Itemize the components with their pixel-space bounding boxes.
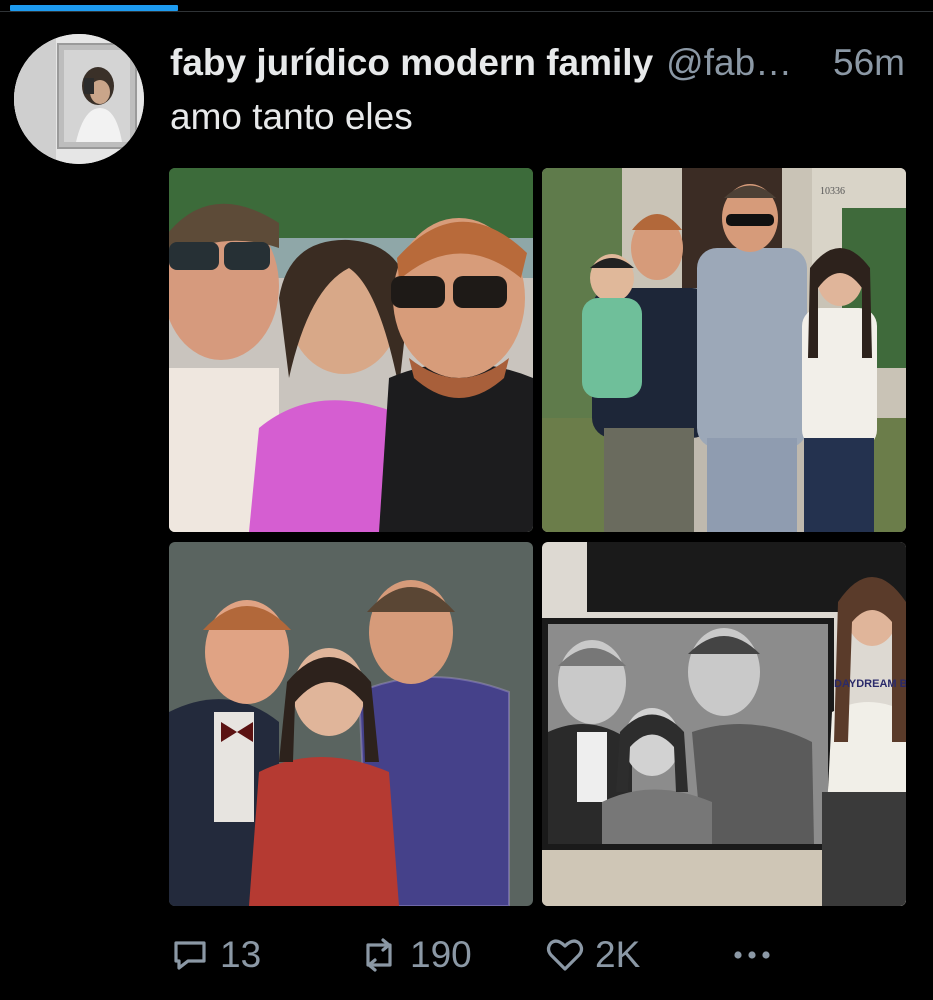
user-handle[interactable]: @fab… bbox=[666, 42, 792, 84]
progress-track-line bbox=[0, 11, 933, 12]
photo-2[interactable]: 10336 bbox=[542, 168, 906, 532]
tweet-timestamp[interactable]: 56m bbox=[833, 42, 915, 84]
retweet-icon bbox=[358, 935, 400, 975]
photo-3[interactable] bbox=[169, 542, 533, 906]
photo-icon: DAYDREAM BELIEVER bbox=[542, 542, 906, 906]
retweet-count: 190 bbox=[410, 934, 472, 975]
avatar-image bbox=[14, 34, 144, 164]
like-button[interactable]: 2K bbox=[545, 925, 640, 985]
progress-bar bbox=[10, 5, 178, 11]
like-count: 2K bbox=[595, 934, 641, 975]
photo-caption: 10336 bbox=[820, 186, 845, 197]
more-dots-icon bbox=[730, 935, 774, 975]
retweet-button[interactable]: 190 bbox=[358, 925, 472, 985]
reply-icon bbox=[170, 935, 210, 975]
reply-count: 13 bbox=[220, 934, 262, 975]
reply-button[interactable]: 13 bbox=[170, 925, 261, 985]
photo-icon bbox=[169, 168, 533, 532]
tweet-text: amo tanto eles bbox=[170, 96, 413, 137]
tweet-actions: 13 190 2K bbox=[0, 925, 933, 985]
display-name[interactable]: faby jurídico modern family bbox=[170, 42, 653, 84]
photo-4[interactable]: DAYDREAM BELIEVER bbox=[542, 542, 906, 906]
photo-1[interactable] bbox=[169, 168, 533, 532]
more-options-button[interactable] bbox=[730, 925, 784, 985]
photo-icon bbox=[169, 542, 533, 906]
shirt-text: DAYDREAM BELIEVER bbox=[834, 678, 906, 690]
avatar[interactable] bbox=[14, 34, 144, 164]
progress-indicator bbox=[0, 0, 933, 14]
heart-icon bbox=[545, 935, 585, 975]
tweet-header: faby jurídico modern family @fab… 56m bbox=[170, 38, 915, 88]
photo-icon: 10336 bbox=[542, 168, 906, 532]
